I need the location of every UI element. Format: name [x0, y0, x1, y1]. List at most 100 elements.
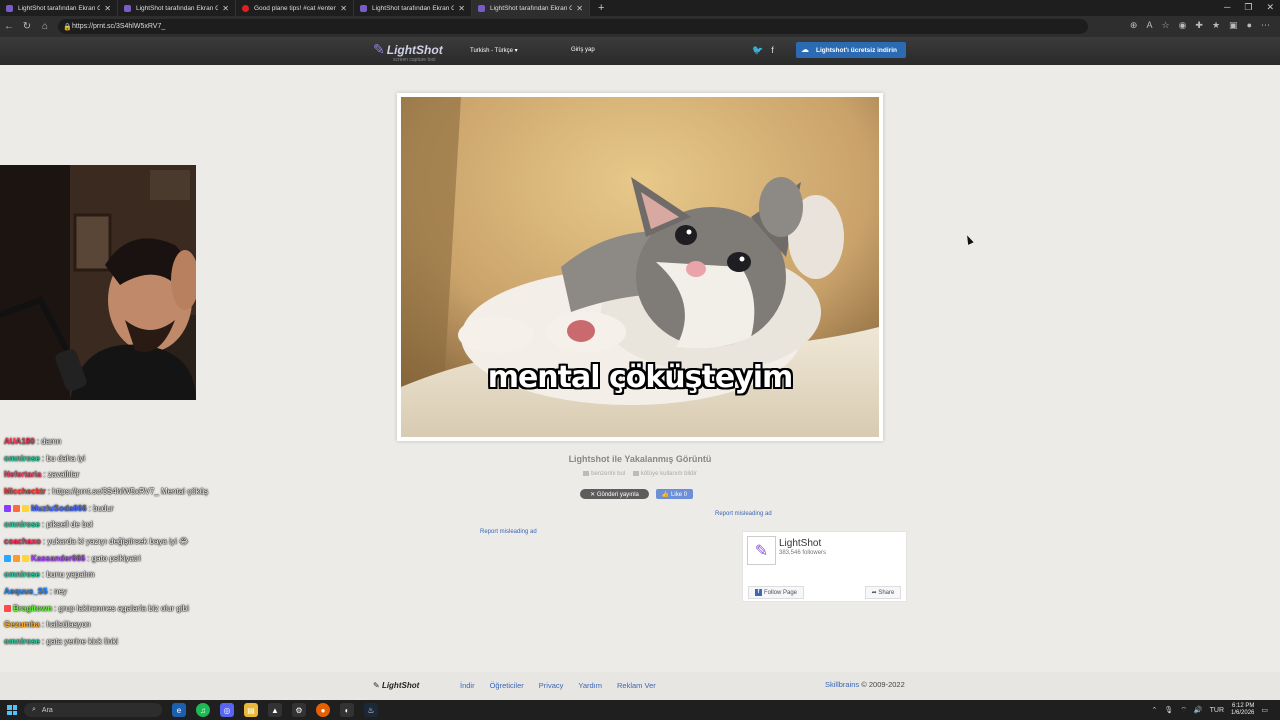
page-avatar[interactable]: ✎: [747, 536, 776, 565]
language-indicator[interactable]: TUR: [1210, 707, 1224, 714]
taskbar-search[interactable]: ⌕ Ara: [24, 703, 162, 717]
extensions-puzzle-icon[interactable]: ✚: [1195, 20, 1203, 31]
browser-tab[interactable]: LightShot tarafından Ekran Görüntüsü✕: [0, 0, 118, 16]
zoom-icon[interactable]: ⊕: [1130, 20, 1138, 31]
file-explorer-icon[interactable]: ▤: [244, 703, 258, 717]
home-icon[interactable]: ⌂: [36, 21, 54, 32]
copyright: Skillbrains © 2009-2022: [825, 680, 905, 689]
chat-username: omnirose: [4, 570, 41, 580]
extension-icon[interactable]: ◉: [1179, 20, 1187, 31]
footer-link-help[interactable]: Yardım: [578, 681, 602, 690]
discord-icon[interactable]: ◎: [220, 703, 234, 717]
obs-icon[interactable]: ◐: [340, 703, 354, 717]
chat-username: MuzluSoda666: [31, 503, 87, 513]
window-controls: ─ ❐ ✕: [1224, 2, 1274, 13]
report-ad-link[interactable]: Report misleading ad: [480, 529, 537, 535]
favorites-icon[interactable]: ★: [1212, 20, 1220, 31]
chat-badge-icon: [4, 554, 11, 562]
share-on-x-button[interactable]: ✕ Gönderi yayınla: [580, 489, 649, 499]
app-icon[interactable]: ▲: [268, 703, 282, 717]
firefox-icon[interactable]: ●: [316, 703, 330, 717]
close-tab-icon[interactable]: ✕: [104, 4, 111, 13]
wifi-icon[interactable]: ⌔: [1180, 706, 1187, 715]
webcam-overlay: [0, 165, 196, 400]
edge-icon[interactable]: e: [172, 703, 186, 717]
close-tab-icon[interactable]: ✕: [458, 4, 465, 13]
read-aloud-icon[interactable]: A: [1146, 20, 1152, 31]
company-link[interactable]: Skillbrains: [825, 680, 859, 689]
find-similar-link[interactable]: benzerini bul: [583, 471, 625, 477]
tray-chevron-icon[interactable]: ⌃: [1152, 706, 1158, 714]
facebook-page-widget: ✎ LightShot 383,546 followers f Follow Pa…: [742, 531, 907, 602]
report-abuse-link[interactable]: kötüye kullanım bildir: [632, 471, 697, 477]
close-tab-icon[interactable]: ✕: [576, 4, 583, 13]
twitter-icon[interactable]: 🐦: [752, 45, 763, 56]
restore-icon[interactable]: ❐: [1244, 2, 1252, 13]
login-link[interactable]: Giriş yap: [571, 47, 595, 53]
page-footer: ✎ LightShot İndir Öğreticiler Privacy Ya…: [0, 672, 1280, 700]
image-title: Lightshot ile Yakalanmış Görüntü: [568, 454, 712, 464]
screenshot-frame: mental çöküşteyim: [397, 93, 883, 441]
lightshot-logo[interactable]: ✎ LightShot screen capture tool: [373, 41, 443, 63]
browser-tab[interactable]: LightShot tarafından Ekran Görüntüsü✕: [354, 0, 472, 16]
back-icon[interactable]: ←: [0, 21, 18, 32]
similar-icon: [583, 471, 590, 476]
chat-message: omnirose: bu daha iyi: [4, 453, 86, 463]
profile-icon[interactable]: ●: [1247, 20, 1252, 31]
social-links: 🐦 f: [752, 45, 774, 56]
microphone-icon[interactable]: 🎙: [1164, 706, 1173, 714]
lightshot-icon: [360, 4, 367, 12]
chat-message: Micchecktr: https://prnt.sc/3S4hlW5xRV7_…: [4, 486, 209, 496]
mouse-cursor-icon: [964, 234, 974, 245]
steam-icon[interactable]: ♨: [364, 703, 378, 717]
kitten-image: mental çöküşteyim: [401, 97, 879, 437]
report-ad-link[interactable]: Report misleading ad: [715, 511, 772, 517]
browser-tab[interactable]: LightShot tarafından Ekran Görüntüsü✕: [118, 0, 236, 16]
address-bar-row: ← ↻ ⌂ 🔒 https://prnt.sc/3S4hlW5xRV7_ ⊕ A …: [0, 16, 1280, 37]
footer-link-advertise[interactable]: Reklam Ver: [617, 681, 656, 690]
tagline: screen capture tool: [393, 57, 436, 63]
notification-icon[interactable]: ▭: [1261, 706, 1268, 714]
close-tab-icon[interactable]: ✕: [222, 4, 229, 13]
share-button[interactable]: ➦ Share: [865, 586, 901, 599]
chat-username: Kassander666: [31, 553, 86, 563]
chat-username: omnirose: [4, 637, 41, 647]
footer-logo[interactable]: ✎ LightShot: [373, 681, 419, 690]
windows-start-icon[interactable]: [7, 705, 17, 715]
spotify-icon[interactable]: ♫: [196, 703, 210, 717]
close-tab-icon[interactable]: ✕: [340, 4, 347, 13]
chat-badge-icon: [22, 554, 29, 562]
chat-message: AUA180: damn: [4, 436, 62, 446]
language-select[interactable]: Turkish - Türkçe ▾: [470, 47, 518, 54]
facebook-like-button[interactable]: 👍 Like 0: [656, 489, 693, 499]
footer-link-privacy[interactable]: Privacy: [539, 681, 564, 690]
collections-icon[interactable]: ▣: [1229, 20, 1238, 31]
close-window-icon[interactable]: ✕: [1266, 2, 1274, 13]
follow-page-button[interactable]: f Follow Page: [748, 586, 804, 599]
footer-links: İndir Öğreticiler Privacy Yardım Reklam …: [460, 681, 656, 690]
facebook-icon[interactable]: f: [771, 45, 774, 56]
windows-taskbar: ⌕ Ara e ♫ ◎ ▤ ▲ ⚙ ● ◐ ♨ ⌃ 🎙 ⌔ 🔊 TUR 6:12 …: [0, 700, 1280, 720]
minimize-icon[interactable]: ─: [1224, 2, 1230, 13]
chat-message: omnirose: bunu yapalım: [4, 570, 95, 580]
refresh-icon[interactable]: ↻: [18, 21, 36, 32]
menu-dots-icon[interactable]: ⋯: [1261, 20, 1270, 31]
browser-toolbar: ⊕ A ☆ ◉ ✚ ★ ▣ ● ⋯: [1130, 20, 1270, 31]
share-arrow-icon: ➦: [871, 590, 879, 596]
new-tab-icon[interactable]: +: [598, 2, 604, 14]
footer-link-download[interactable]: İndir: [460, 681, 475, 690]
footer-link-tutorials[interactable]: Öğreticiler: [490, 681, 524, 690]
favorite-star-icon[interactable]: ☆: [1161, 20, 1169, 31]
page-name[interactable]: LightShot: [779, 538, 821, 549]
chat-username: Gezumba: [4, 620, 41, 630]
chat-message: Kassander666: gato psikiyatri: [4, 550, 264, 567]
volume-icon[interactable]: 🔊: [1194, 706, 1203, 714]
settings-icon[interactable]: ⚙: [292, 703, 306, 717]
url-field[interactable]: 🔒 https://prnt.sc/3S4hlW5xRV7_: [58, 19, 1088, 34]
clock[interactable]: 6:12 PM 1/6/2026: [1231, 703, 1254, 717]
system-tray: ⌃ 🎙 ⌔ 🔊 TUR 6:12 PM 1/6/2026 ▭: [1152, 703, 1268, 717]
browser-tab-active[interactable]: LightShot tarafından Ekran Görüntüsü✕: [472, 0, 590, 16]
browser-tab[interactable]: Good plane tips! #cat #entertainment✕: [236, 0, 354, 16]
download-button[interactable]: ☁ Lightshot'ı ücretsiz indirin: [796, 42, 906, 58]
chat-message: Bragitown: grup lakiranınes agalarla biz…: [4, 600, 264, 617]
